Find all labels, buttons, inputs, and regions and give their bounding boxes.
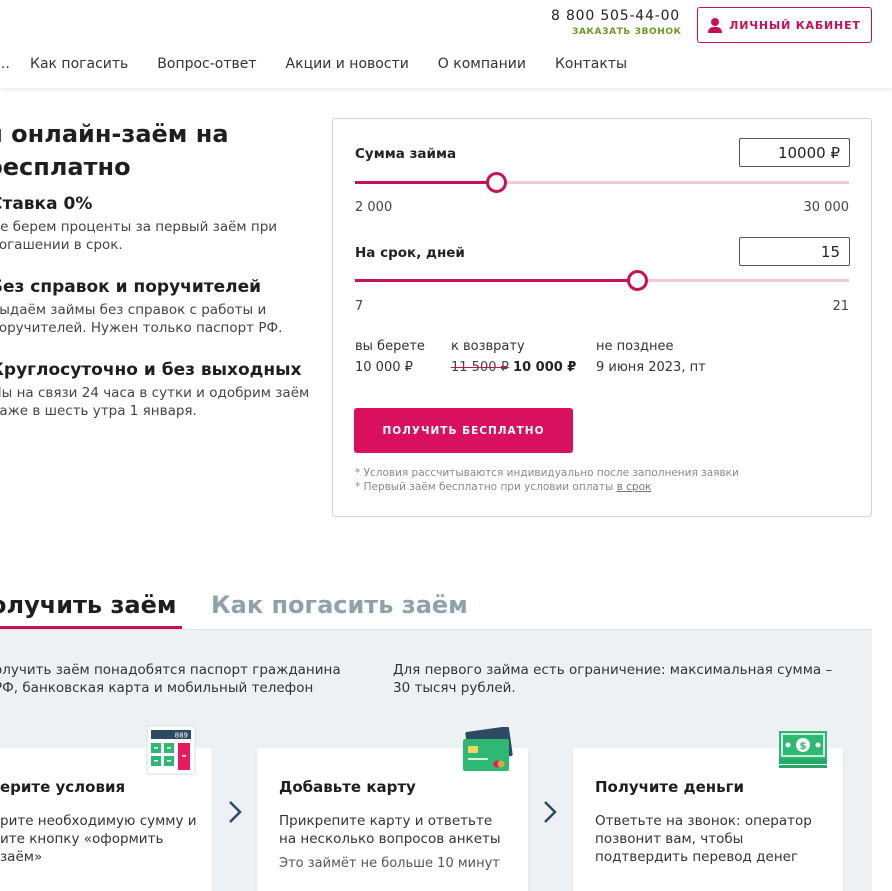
svg-text:$: $ [800, 741, 807, 752]
main-nav: Как погасить Вопрос-ответ Акции и новост… [30, 56, 627, 72]
note-text: * Первый заём бесплатно при условии опла… [355, 481, 617, 493]
feature-text: Выдаём займы без справок с работы и пору… [0, 302, 283, 336]
order-callback-link[interactable]: ЗАКАЗАТЬ ЗВОНОК [572, 27, 682, 37]
amount-input[interactable] [739, 138, 850, 167]
summary-deadline: не позднее 9 июня 2023, пт [596, 339, 706, 375]
feature-title: Ставка 0% [0, 194, 93, 214]
amount-max: 30 000 [803, 200, 850, 215]
old-return-amount: 11 500 ₽ [451, 360, 509, 375]
summary-value: 9 июня 2023, пт [596, 360, 706, 375]
phone-number[interactable]: 8 800 505-44-00 [551, 8, 680, 24]
nav-item-cut[interactable]: … [0, 56, 10, 72]
amount-slider[interactable] [355, 172, 849, 193]
tab-how-to-repay[interactable]: Как погасить заём [211, 591, 468, 619]
feature-no-documents: Без справок и поручителей Выдаём займы б… [0, 277, 310, 337]
summary-return: к возврату 11 500 ₽ 10 000 ₽ [451, 339, 576, 375]
term-input[interactable] [739, 237, 850, 266]
term-max: 21 [832, 299, 849, 314]
chevron-right-icon [543, 800, 557, 824]
amount-label: Сумма займа [355, 146, 457, 162]
nav-promotions-news[interactable]: Акции и новости [286, 56, 409, 72]
summary-label: вы берете [355, 339, 425, 354]
step-extra: Это займёт не больше 10 минут [279, 856, 500, 871]
summary-value: 10 000 ₽ [355, 360, 413, 375]
steps-intro-right: Для первого займа есть ограничение: макс… [393, 662, 833, 696]
slider-handle[interactable] [627, 270, 649, 291]
calculator-icon: 889 [146, 725, 196, 779]
step-text: рите необходимую сумму и ите кнопку «офо… [0, 813, 197, 865]
money-icon: $ [778, 730, 828, 776]
step-title: ерите условия [0, 778, 126, 796]
step-text: Прикрепите карту и ответьте на несколько… [279, 813, 501, 847]
feature-text: Не берем проценты за первый заём при пог… [0, 219, 278, 253]
term-slider[interactable] [355, 270, 849, 291]
personal-cabinet-label: ЛИЧНЫЙ КАБИНЕТ [729, 18, 861, 32]
nav-faq[interactable]: Вопрос-ответ [157, 56, 256, 72]
steps-intro-left: олучить заём понадобятся паспорт граждан… [0, 662, 341, 696]
term-label: На срок, дней [355, 245, 465, 261]
user-icon [708, 18, 723, 33]
feature-text: Мы на связи 24 часа в сутки и одобрим за… [0, 385, 310, 419]
summary-value: 11 500 ₽ 10 000 ₽ [451, 360, 576, 375]
term-min: 7 [355, 299, 364, 314]
feature-title: Без справок и поручителей [0, 277, 262, 297]
bank-card-icon [461, 726, 513, 777]
hero-title: й онлайн-заём на бесплатно [0, 120, 229, 181]
calculator-display: 889 [175, 732, 188, 740]
slider-fill [355, 279, 638, 282]
slider-fill [355, 181, 497, 184]
nav-about-company[interactable]: О компании [438, 56, 526, 72]
amount-min: 2 000 [355, 200, 393, 215]
nav-how-to-repay[interactable]: Как погасить [30, 56, 128, 72]
get-free-loan-button[interactable]: ПОЛУЧИТЬ БЕСПЛАТНО [354, 408, 573, 453]
feature-24-7: Круглосуточно и без выходных Мы на связи… [0, 360, 310, 420]
personal-cabinet-button[interactable]: ЛИЧНЫЙ КАБИНЕТ [697, 7, 872, 43]
step-text: Ответьте на звонок: оператор позвонит ва… [595, 813, 812, 865]
tab-get-loan[interactable]: олучить заём [0, 591, 176, 619]
chevron-right-icon [228, 800, 242, 824]
new-return-amount: 10 000 ₽ [513, 360, 577, 375]
summary-label: к возврату [451, 339, 525, 354]
feature-title: Круглосуточно и без выходных [0, 360, 302, 380]
summary-take: вы берете 10 000 ₽ [355, 339, 425, 375]
slider-handle[interactable] [486, 172, 508, 193]
nav-contacts[interactable]: Контакты [555, 56, 627, 72]
header: 8 800 505-44-00 ЗАКАЗАТЬ ЗВОНОК ЛИЧНЫЙ К… [0, 0, 892, 88]
terms-note: * Условия рассчитываются индивидуально п… [355, 467, 739, 479]
free-first-loan-note: * Первый заём бесплатно при условии опла… [355, 481, 651, 493]
loan-calculator: Сумма займа 2 000 30 000 На срок, дней 7… [332, 118, 872, 517]
step-title: Получите деньги [595, 778, 745, 796]
on-time-link[interactable]: в срок [617, 481, 652, 493]
feature-rate: Ставка 0% Не берем проценты за первый за… [0, 194, 310, 254]
summary-label: не позднее [596, 339, 674, 354]
step-title: Добавьте карту [279, 778, 416, 796]
